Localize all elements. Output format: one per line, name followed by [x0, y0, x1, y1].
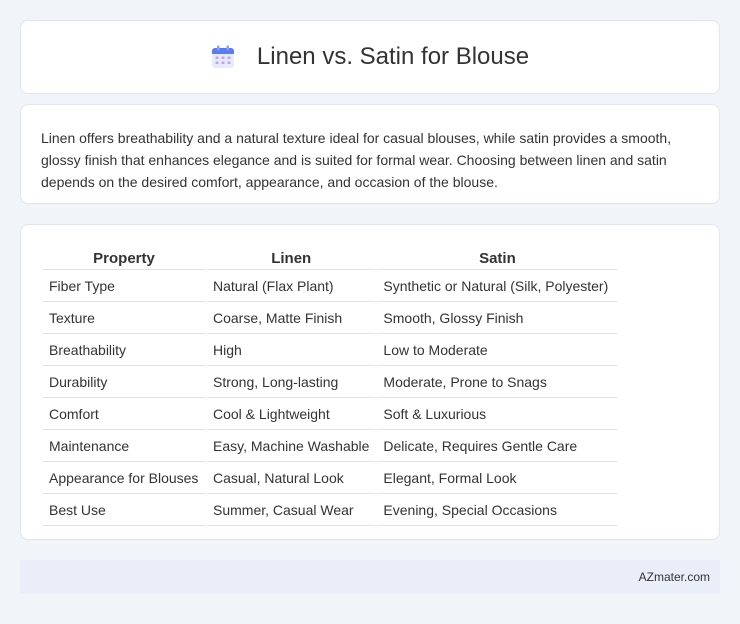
title-card: Linen vs. Satin for Blouse — [20, 20, 720, 94]
intro-card: Linen offers breathability and a natural… — [20, 104, 720, 204]
table-cell: High — [207, 336, 376, 366]
table-cell: Soft & Luxurious — [377, 400, 618, 430]
table-cell: Coarse, Matte Finish — [207, 304, 376, 334]
comparison-table: Property Linen Satin Fiber Type Natural … — [41, 247, 619, 528]
table-cell: Durability — [43, 368, 205, 398]
table-cell: Appearance for Blouses — [43, 464, 205, 494]
header-property: Property — [43, 249, 205, 270]
calendar-icon — [211, 45, 235, 69]
table-row: Appearance for Blouses Casual, Natural L… — [43, 464, 618, 494]
table-cell: Casual, Natural Look — [207, 464, 376, 494]
header-satin: Satin — [377, 249, 618, 270]
table-row: Comfort Cool & Lightweight Soft & Luxuri… — [43, 400, 618, 430]
table-cell: Smooth, Glossy Finish — [377, 304, 618, 334]
table-row: Best Use Summer, Casual Wear Evening, Sp… — [43, 496, 618, 526]
table-cell: Fiber Type — [43, 272, 205, 302]
page-title: Linen vs. Satin for Blouse — [256, 43, 530, 70]
table-cell: Summer, Casual Wear — [207, 496, 376, 526]
footer: AZmater.com — [20, 560, 720, 594]
table-cell: Natural (Flax Plant) — [207, 272, 376, 302]
table-cell: Maintenance — [43, 432, 205, 462]
table-cell: Comfort — [43, 400, 205, 430]
table-row: Fiber Type Natural (Flax Plant) Syntheti… — [43, 272, 618, 302]
table-cell: Easy, Machine Washable — [207, 432, 376, 462]
comparison-card: Property Linen Satin Fiber Type Natural … — [20, 224, 720, 540]
table-cell: Elegant, Formal Look — [377, 464, 618, 494]
table-cell: Breathability — [43, 336, 205, 366]
table-row: Texture Coarse, Matte Finish Smooth, Glo… — [43, 304, 618, 334]
table-cell: Moderate, Prone to Snags — [377, 368, 618, 398]
intro-text: Linen offers breathability and a natural… — [41, 130, 672, 190]
footer-site-link[interactable]: AZmater.com — [639, 570, 710, 584]
table-cell: Delicate, Requires Gentle Care — [377, 432, 618, 462]
table-cell: Evening, Special Occasions — [377, 496, 618, 526]
table-cell: Texture — [43, 304, 205, 334]
table-row: Durability Strong, Long-lasting Moderate… — [43, 368, 618, 398]
table-header-row: Property Linen Satin — [43, 249, 618, 270]
table-cell: Best Use — [43, 496, 205, 526]
table-row: Maintenance Easy, Machine Washable Delic… — [43, 432, 618, 462]
header-linen: Linen — [207, 249, 376, 270]
table-cell: Strong, Long-lasting — [207, 368, 376, 398]
table-row: Breathability High Low to Moderate — [43, 336, 618, 366]
table-cell: Cool & Lightweight — [207, 400, 376, 430]
table-cell: Low to Moderate — [377, 336, 618, 366]
table-cell: Synthetic or Natural (Silk, Polyester) — [377, 272, 618, 302]
